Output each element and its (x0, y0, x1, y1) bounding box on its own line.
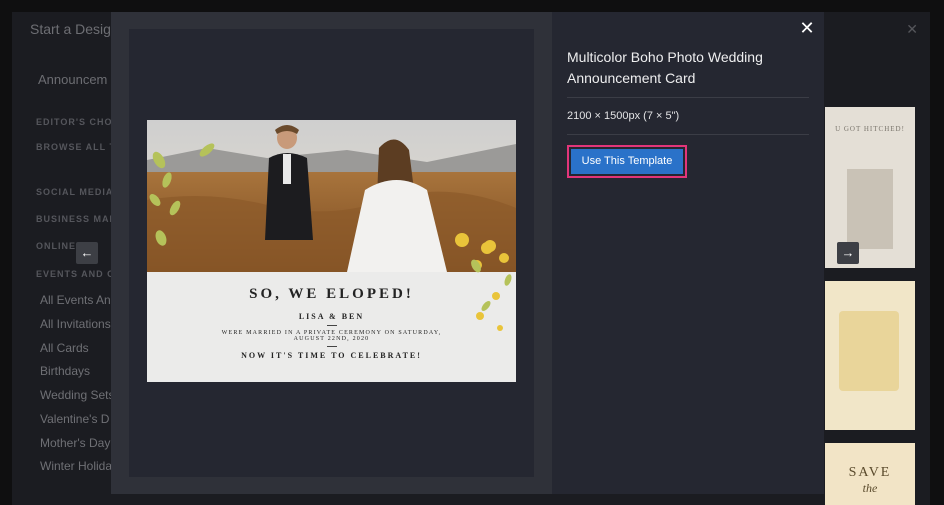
sidebar-item-all-cards[interactable]: All Cards (40, 341, 89, 355)
sidebar-section-browse-all[interactable]: BROWSE ALL T (36, 142, 116, 152)
sidebar-item-mothers-day[interactable]: Mother's Day (40, 436, 110, 450)
card-divider (326, 346, 337, 347)
details-divider (567, 97, 809, 98)
thumbnail-text: the (862, 481, 878, 495)
sidebar-section-editors-choice[interactable]: EDITOR'S CHOI (36, 117, 116, 127)
sidebar-item-winter-holidays[interactable]: Winter Holida (40, 459, 112, 473)
card-flower-decoration (471, 240, 512, 331)
use-template-button[interactable]: Use This Template (571, 149, 683, 174)
sidebar-item-birthdays[interactable]: Birthdays (40, 364, 90, 378)
sidebar-section-social-media[interactable]: SOCIAL MEDIA (36, 187, 113, 197)
next-arrow-icon[interactable]: → (837, 242, 859, 264)
sidebar-section-events[interactable]: EVENTS AND C (36, 269, 115, 279)
template-size: 2100 × 1500px (7 × 5") (567, 110, 680, 122)
background-template-thumbnail[interactable] (825, 281, 915, 430)
thumbnail-text: SAVE (848, 465, 892, 480)
template-preview-card: SO, WE ELOPED! LISA & BEN WERE MARRIED I… (147, 120, 516, 382)
template-title: Multicolor Boho Photo Wedding Announceme… (567, 49, 763, 86)
sidebar-section-online[interactable]: ONLINE (36, 241, 76, 251)
details-divider (567, 134, 809, 135)
preview-pane: SO, WE ELOPED! LISA & BEN WERE MARRIED I… (111, 12, 552, 494)
thumbnail-photo (847, 169, 893, 249)
sidebar-item-all-events[interactable]: All Events An (40, 293, 111, 307)
sidebar-item-wedding-sets[interactable]: Wedding Sets (40, 388, 115, 402)
background-search-label[interactable]: Announcem (38, 72, 107, 87)
background-template-thumbnail[interactable]: SAVE the (825, 443, 915, 505)
use-template-highlight: Use This Template (567, 145, 687, 178)
background-dialog-title: Start a Desig (30, 21, 111, 37)
thumbnail-text: U GOT HITCHED! (835, 125, 905, 133)
card-divider (326, 325, 337, 326)
thumbnail-flowers (839, 311, 899, 391)
sidebar-section-business[interactable]: BUSINESS MAR (36, 214, 117, 224)
sidebar-item-valentines[interactable]: Valentine's D (40, 412, 109, 426)
previous-arrow-icon[interactable]: ← (76, 242, 98, 264)
preview-frame: SO, WE ELOPED! LISA & BEN WERE MARRIED I… (129, 29, 534, 477)
template-preview-modal: SO, WE ELOPED! LISA & BEN WERE MARRIED I… (111, 12, 824, 494)
close-icon[interactable]: ✕ (797, 18, 817, 38)
card-celebrate: NOW IT'S TIME TO CELEBRATE! (241, 351, 422, 360)
sidebar-item-all-invitations[interactable]: All Invitations (40, 317, 111, 331)
background-close-icon[interactable]: ✕ (906, 21, 918, 38)
